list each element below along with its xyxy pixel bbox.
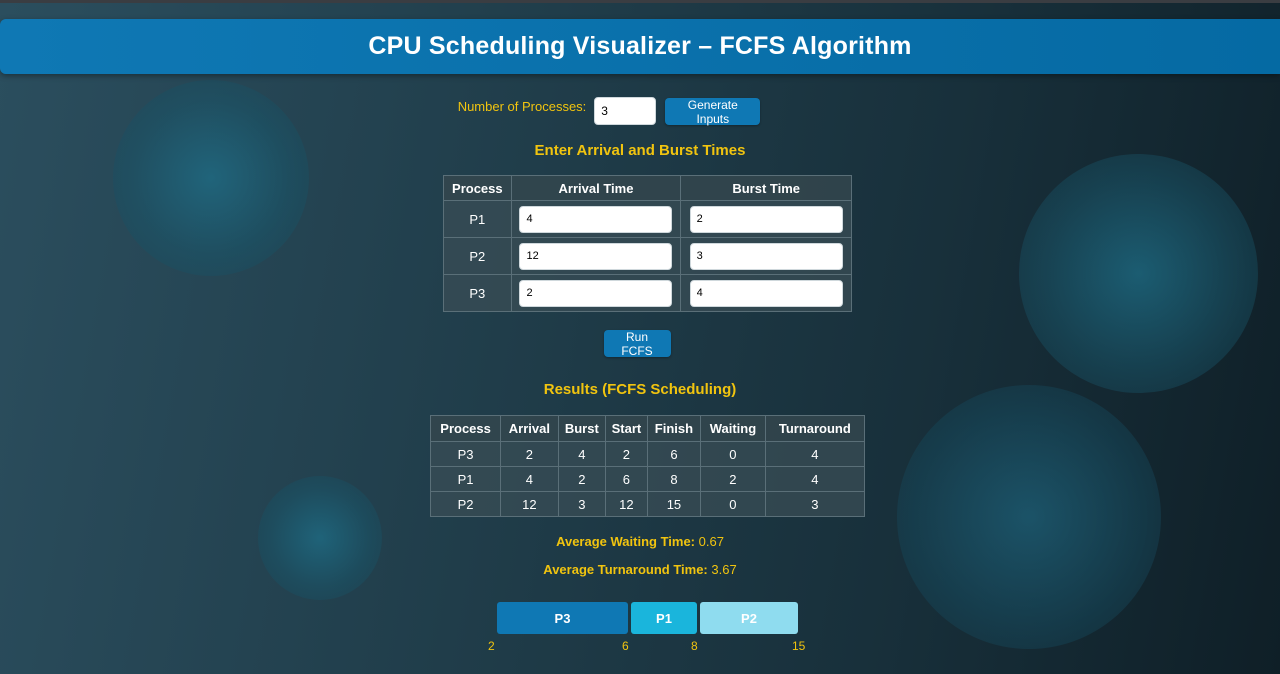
gantt-tick: 15 [792, 639, 806, 653]
avg-turnaround-label: Average Turnaround Time: [543, 562, 708, 577]
results-col-burst: Burst [557, 415, 607, 442]
results-col-arrival: Arrival [500, 415, 559, 442]
table-cell: 4 [500, 466, 559, 492]
table-cell: 12 [500, 491, 559, 517]
gantt-tick: 2 [488, 639, 495, 653]
gantt-block-p2: P2 [700, 602, 798, 634]
average-turnaround-time: Average Turnaround Time: 3.67 [0, 562, 1280, 577]
table-cell: P2 [429, 491, 502, 517]
results-col-finish: Finish [646, 415, 702, 442]
results-section-title: Results (FCFS Scheduling) [543, 381, 737, 398]
input-col-process: Process [443, 175, 512, 201]
results-table: Process Arrival Burst Start Finish Waiti… [429, 415, 866, 517]
table-cell: 15 [646, 491, 702, 517]
run-fcfs-button[interactable]: Run FCFS [603, 330, 671, 358]
table-cell: 0 [700, 441, 766, 467]
table-cell: 4 [557, 441, 607, 467]
avg-waiting-label: Average Waiting Time: [556, 534, 695, 549]
table-row: P3 2 4 2 6 0 4 [429, 441, 866, 467]
table-cell: P3 [429, 441, 502, 467]
input-table: Process Arrival Time Burst Time P1 P2 P3 [443, 175, 852, 312]
table-cell: 2 [700, 466, 766, 492]
avg-turnaround-value: 3.67 [711, 562, 737, 577]
average-waiting-time: Average Waiting Time: 0.67 [0, 534, 1280, 549]
burst-time-input[interactable] [689, 279, 843, 307]
results-col-turnaround: Turnaround [764, 415, 866, 442]
table-row: P1 [443, 200, 852, 238]
page-title: CPU Scheduling Visualizer – FCFS Algorit… [368, 32, 912, 60]
input-section-title: Enter Arrival and Burst Times [534, 142, 746, 159]
table-cell: 3 [764, 491, 866, 517]
process-name: P2 [443, 237, 512, 275]
arrival-time-input[interactable] [519, 242, 673, 270]
process-name: P1 [443, 200, 512, 238]
table-row: P2 [443, 237, 852, 275]
input-col-burst: Burst Time [680, 175, 852, 201]
decorative-bubble [897, 385, 1161, 649]
burst-time-input[interactable] [689, 242, 843, 270]
table-cell: 0 [700, 491, 766, 517]
process-name: P3 [443, 274, 512, 312]
burst-time-input[interactable] [689, 205, 843, 233]
arrival-time-input[interactable] [519, 279, 673, 307]
table-row: P3 [443, 274, 852, 312]
process-count-controls: Number of Processes: Generate Inputs [0, 97, 1280, 126]
process-count-label: Number of Processes: [457, 98, 587, 114]
top-border [0, 0, 1280, 3]
input-col-arrival: Arrival Time [510, 175, 682, 201]
arrival-time-input[interactable] [519, 205, 673, 233]
table-cell: 12 [605, 491, 648, 517]
page-header: CPU Scheduling Visualizer – FCFS Algorit… [0, 19, 1280, 74]
table-cell: 4 [764, 466, 866, 492]
avg-waiting-value: 0.67 [698, 534, 724, 549]
table-row: P2 12 3 12 15 0 3 [429, 491, 866, 517]
table-row: P1 4 2 6 8 2 4 [429, 466, 866, 492]
gantt-tick: 8 [691, 639, 698, 653]
results-col-start: Start [605, 415, 648, 442]
table-cell: 4 [764, 441, 866, 467]
gantt-block-p3: P3 [497, 602, 628, 634]
results-col-process: Process [429, 415, 502, 442]
table-cell: 2 [605, 441, 648, 467]
table-cell: 6 [605, 466, 648, 492]
results-col-waiting: Waiting [700, 415, 766, 442]
gantt-tick: 6 [622, 639, 629, 653]
table-cell: 3 [557, 491, 607, 517]
process-count-input[interactable] [594, 97, 657, 125]
decorative-bubble [1019, 154, 1258, 393]
table-cell: 2 [500, 441, 559, 467]
gantt-block-p1: P1 [631, 602, 697, 634]
generate-inputs-button[interactable]: Generate Inputs [665, 97, 761, 126]
table-cell: 8 [646, 466, 702, 492]
table-cell: 6 [646, 441, 702, 467]
table-cell: 2 [557, 466, 607, 492]
table-cell: P1 [429, 466, 502, 492]
